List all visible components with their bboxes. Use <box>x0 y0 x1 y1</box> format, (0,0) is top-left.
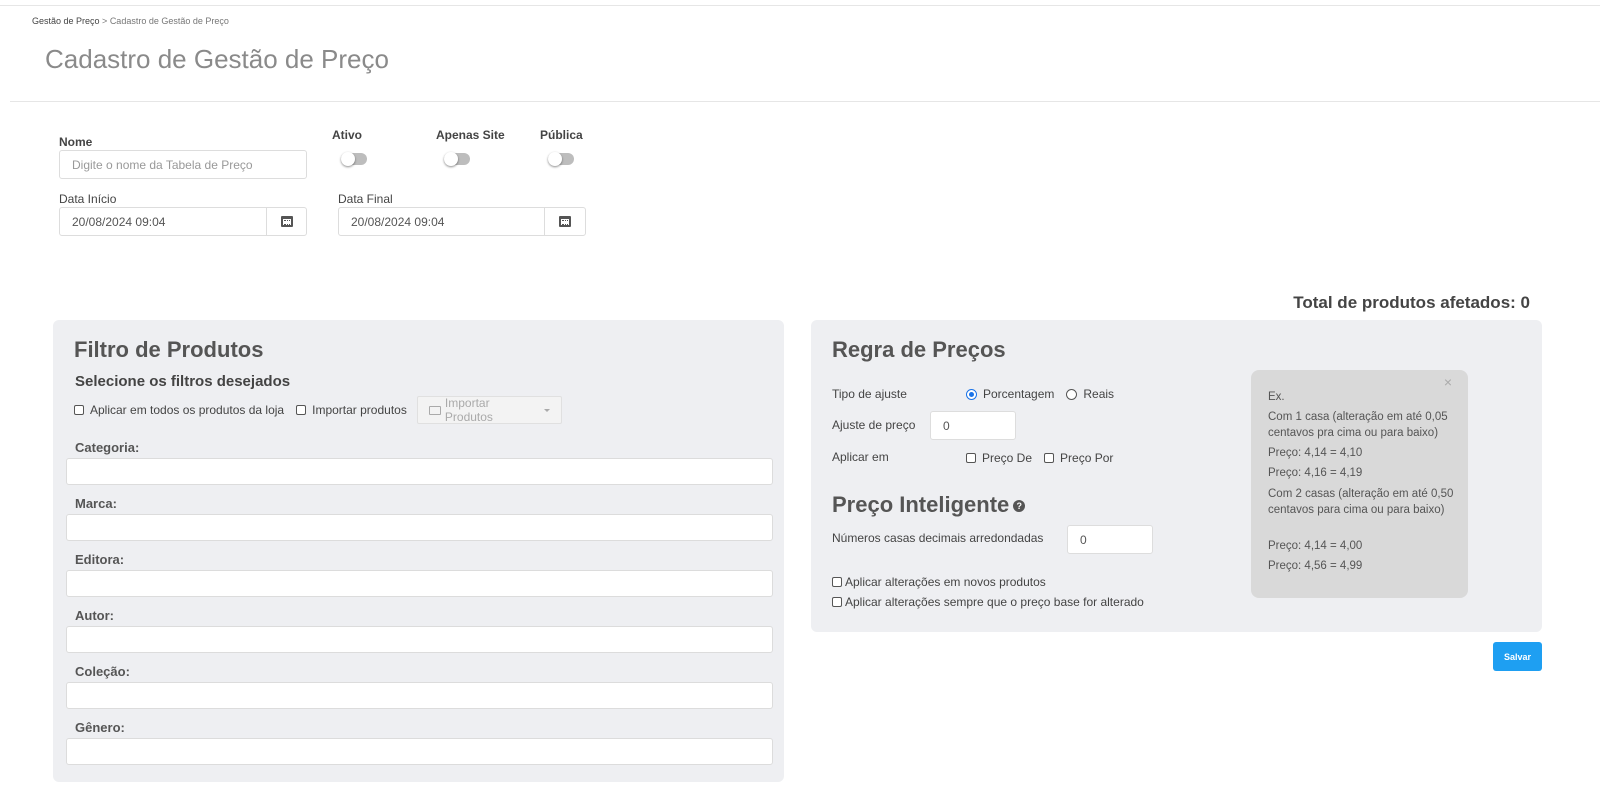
category-input[interactable] <box>66 458 773 485</box>
end-date-label: Data Final <box>338 192 393 206</box>
apply-on-label: Aplicar em <box>832 450 889 464</box>
collection-label: Coleção: <box>75 664 130 679</box>
start-date-label: Data Início <box>59 192 117 206</box>
start-date-input[interactable]: 20/08/2024 09:04 <box>59 207 267 236</box>
apenas-site-toggle[interactable] <box>444 152 470 166</box>
new-products-label: Aplicar alterações em novos produtos <box>845 575 1046 589</box>
apenas-site-label: Apenas Site <box>436 128 505 142</box>
info-line: Com 2 casas (alteração em até 0,50 centa… <box>1268 488 1454 516</box>
publica-label: Pública <box>540 128 583 142</box>
new-products-row: Aplicar alterações em novos produtos <box>832 575 1046 589</box>
apply-all-checkbox[interactable] <box>74 405 84 415</box>
calendar-icon <box>559 216 571 227</box>
preco-de-checkbox[interactable] <box>966 453 976 463</box>
decimals-input[interactable]: 0 <box>1067 525 1153 554</box>
genre-label: Gênero: <box>75 720 125 735</box>
author-label: Autor: <box>75 608 114 623</box>
folder-open-icon <box>429 405 441 415</box>
base-changed-checkbox[interactable] <box>832 597 842 607</box>
close-icon[interactable]: × <box>1444 374 1452 390</box>
price-rules-panel: Regra de Preços Tipo de ajuste Porcentag… <box>811 320 1542 632</box>
category-label: Categoria: <box>75 440 140 455</box>
collection-input[interactable] <box>66 682 773 709</box>
header-divider <box>10 101 1600 102</box>
brand-input[interactable] <box>66 514 773 541</box>
smart-price-title: Preço Inteligente? <box>832 492 1026 518</box>
breadcrumb-current: Cadastro de Gestão de Preço <box>109 16 229 26</box>
total-affected-products: Total de produtos afetados: 0 <box>1293 293 1530 312</box>
filter-options-row: Aplicar em todos os produtos da loja Imp… <box>74 403 407 417</box>
rules-panel-title: Regra de Preços <box>832 337 1006 362</box>
filter-panel-title: Filtro de Produtos <box>74 337 264 362</box>
import-products-label: Importar produtos <box>312 403 407 417</box>
import-products-button-label: Importar Produtos <box>444 396 493 424</box>
preco-por-label: Preço Por <box>1060 451 1114 465</box>
new-products-checkbox[interactable] <box>832 577 842 587</box>
breadcrumb: Gestão de Preço > Cadastro de Gestão de … <box>32 16 229 26</box>
publisher-input[interactable] <box>66 570 773 597</box>
caret-down-icon <box>544 408 550 412</box>
end-date-input[interactable]: 20/08/2024 09:04 <box>338 207 545 236</box>
publica-toggle[interactable] <box>548 152 574 166</box>
info-line: Preço: 4,56 = 4,99 <box>1268 560 1363 572</box>
apply-on-options: Preço De Preço Por <box>966 451 1113 465</box>
info-line: Ex. <box>1268 391 1285 403</box>
product-filter-panel: Filtro de Produtos Selecione os filtros … <box>53 320 784 782</box>
adjust-type-label: Tipo de ajuste <box>832 387 907 401</box>
end-date-calendar-button[interactable] <box>544 207 586 236</box>
preco-de-label: Preço De <box>982 451 1033 465</box>
import-products-checkbox[interactable] <box>296 405 307 415</box>
base-changed-row: Aplicar alterações sempre que o preço ba… <box>832 595 1144 609</box>
reais-label: Reais <box>1083 387 1115 401</box>
apply-all-label: Aplicar em todos os produtos da loja <box>90 403 285 417</box>
percent-radio[interactable] <box>966 388 977 400</box>
breadcrumb-separator: > <box>99 16 110 26</box>
adjust-price-input[interactable]: 0 <box>930 411 1016 440</box>
base-changed-label: Aplicar alterações sempre que o preço ba… <box>845 595 1144 609</box>
info-line: Preço: 4,14 = 4,10 <box>1268 447 1363 459</box>
question-circle-icon[interactable]: ? <box>1013 500 1026 513</box>
import-products-button[interactable]: Importar Produtos <box>417 396 562 424</box>
page-title: Cadastro de Gestão de Preço <box>45 44 389 74</box>
adjust-price-label: Ajuste de preço <box>832 418 916 432</box>
preco-por-checkbox[interactable] <box>1044 453 1055 463</box>
top-border <box>0 5 1600 6</box>
percent-label: Porcentagem <box>983 387 1055 401</box>
publisher-label: Editora: <box>75 552 125 567</box>
rounding-info-box: × Ex. Com 1 casa (alteração em até 0,05 … <box>1251 370 1468 598</box>
reais-radio[interactable] <box>1066 388 1078 400</box>
smart-price-title-text: Preço Inteligente <box>832 492 1010 517</box>
name-label: Nome <box>59 135 93 149</box>
info-line: Com 1 casa (alteração em até 0,05 centav… <box>1268 411 1448 439</box>
name-input[interactable]: Digite o nome da Tabela de Preço <box>59 150 307 179</box>
start-date-calendar-button[interactable] <box>266 207 307 236</box>
brand-label: Marca: <box>75 496 117 511</box>
adjust-type-options: Porcentagem Reais <box>966 387 1114 401</box>
calendar-icon <box>280 216 293 227</box>
save-button[interactable]: Salvar <box>1493 642 1542 671</box>
breadcrumb-parent-link[interactable]: Gestão de Preço <box>32 16 100 26</box>
ativo-label: Ativo <box>332 128 362 142</box>
filter-subtitle: Selecione os filtros desejados <box>75 373 291 390</box>
ativo-toggle[interactable] <box>341 152 367 166</box>
decimals-label: Números casas decimais arredondadas <box>832 531 1044 545</box>
info-line: Preço: 4,16 = 4,19 <box>1268 467 1363 479</box>
genre-input[interactable] <box>66 738 773 765</box>
info-line: Preço: 4,14 = 4,00 <box>1268 540 1363 552</box>
author-input[interactable] <box>66 626 773 653</box>
